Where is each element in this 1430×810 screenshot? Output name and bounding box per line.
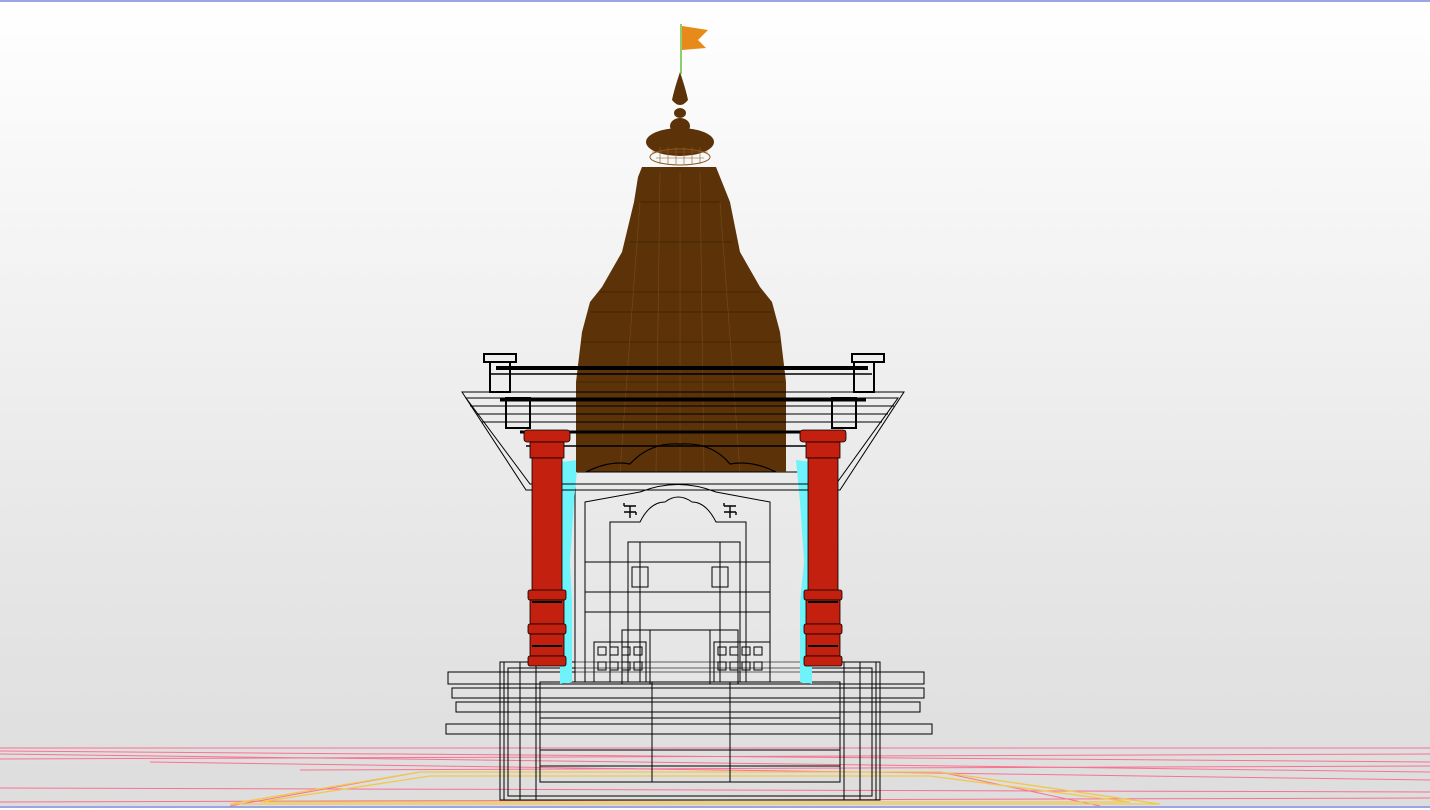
- sanctum-wireframe: [574, 471, 806, 685]
- temple-model-render: [0, 24, 1430, 807]
- shikhara-tower: [576, 72, 786, 473]
- 3d-viewport[interactable]: [0, 0, 1430, 808]
- temple-base-platform: [445, 661, 933, 801]
- flag: [680, 24, 708, 74]
- ground-grid: [0, 747, 1430, 807]
